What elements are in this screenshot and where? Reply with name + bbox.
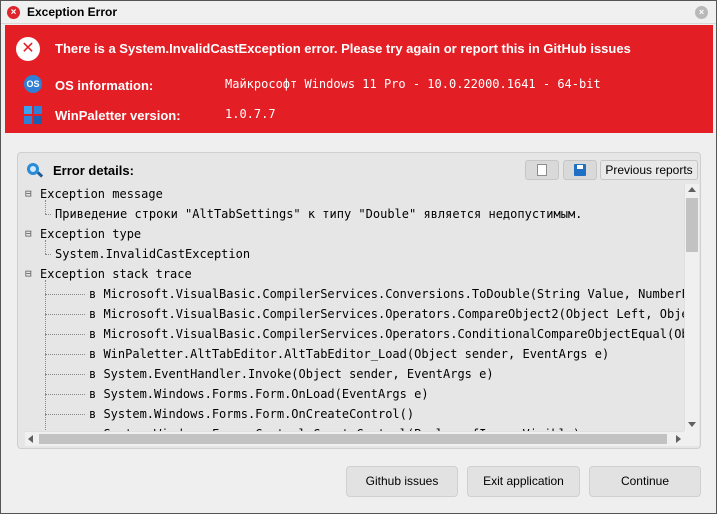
error-details-panel: Error details: Previous reports ⊟ Excepti… bbox=[17, 152, 701, 449]
github-issues-button[interactable]: Github issues bbox=[346, 466, 458, 497]
error-message: There is a System.InvalidCastException e… bbox=[55, 41, 631, 56]
tree-node-item[interactable]: в Microsoft.VisualBasic.CompilerServices… bbox=[89, 304, 684, 324]
tree-node-header[interactable]: Exception message bbox=[40, 184, 163, 204]
horizontal-scroll-thumb[interactable] bbox=[39, 434, 667, 444]
horizontal-scrollbar[interactable] bbox=[25, 431, 684, 446]
os-info-value: Майкрософт Windows 11 Pro - 10.0.22000.1… bbox=[225, 77, 601, 91]
tree-node-item[interactable]: в WinPaletter.AltTabEditor.AltTabEditor_… bbox=[89, 344, 609, 364]
close-icon[interactable]: × bbox=[695, 6, 708, 19]
os-icon: OS bbox=[24, 75, 42, 93]
windows-logo-icon bbox=[24, 106, 42, 124]
tree-node-item[interactable]: System.InvalidCastException bbox=[55, 244, 250, 264]
tree-node-item[interactable]: в Microsoft.VisualBasic.CompilerServices… bbox=[89, 284, 684, 304]
tree-node-item[interactable]: в System.EventHandler.Invoke(Object send… bbox=[89, 364, 494, 384]
error-details-tree[interactable]: ⊟ Exception message Приведение строки "Alt… bbox=[25, 184, 684, 431]
tree-node-item[interactable]: в System.Windows.Forms.Control.CreateCon… bbox=[89, 424, 580, 431]
error-icon: ✕ bbox=[16, 37, 40, 61]
magnifier-icon bbox=[25, 162, 44, 180]
exit-application-button[interactable]: Exit application bbox=[467, 466, 580, 497]
tree-node-header[interactable]: Exception type bbox=[40, 224, 141, 244]
vertical-scrollbar[interactable] bbox=[684, 184, 699, 431]
tree-expander-icon[interactable]: ⊟ bbox=[25, 268, 37, 280]
tree-node-item[interactable]: в Microsoft.VisualBasic.CompilerServices… bbox=[89, 324, 684, 344]
save-disk-icon bbox=[574, 164, 586, 176]
scrollbar-corner bbox=[684, 431, 699, 446]
tree-node-item[interactable]: в System.Windows.Forms.Form.OnLoad(Event… bbox=[89, 384, 429, 404]
save-report-button[interactable] bbox=[563, 160, 597, 180]
tree-expander-icon[interactable]: ⊟ bbox=[25, 228, 37, 240]
scroll-up-arrow-icon[interactable] bbox=[688, 187, 696, 192]
tree-node-item[interactable]: Приведение строки "AltTabSettings" к тип… bbox=[55, 204, 582, 224]
error-banner: ✕ There is a System.InvalidCastException… bbox=[5, 25, 713, 133]
previous-reports-button[interactable]: Previous reports bbox=[600, 160, 698, 180]
exception-error-window: × Exception Error × ✕ There is a System.… bbox=[0, 0, 717, 514]
document-icon bbox=[537, 164, 547, 176]
error-details-title: Error details: bbox=[53, 163, 134, 178]
scroll-down-arrow-icon[interactable] bbox=[688, 422, 696, 427]
tree-expander-icon[interactable]: ⊟ bbox=[25, 188, 37, 200]
vertical-scroll-thumb[interactable] bbox=[686, 198, 698, 252]
continue-button[interactable]: Continue bbox=[589, 466, 701, 497]
scroll-right-arrow-icon[interactable] bbox=[676, 435, 681, 443]
scroll-left-arrow-icon[interactable] bbox=[28, 435, 33, 443]
error-app-icon: × bbox=[7, 5, 20, 19]
title-bar: × Exception Error × bbox=[1, 1, 716, 24]
winpaletter-version-value: 1.0.7.7 bbox=[225, 107, 276, 121]
winpaletter-version-label: WinPaletter version: bbox=[55, 108, 181, 123]
os-info-label: OS information: bbox=[55, 78, 154, 93]
copy-document-button[interactable] bbox=[525, 160, 559, 180]
window-title: Exception Error bbox=[27, 5, 118, 19]
tree-node-item[interactable]: в System.Windows.Forms.Form.OnCreateCont… bbox=[89, 404, 414, 424]
tree-node-header[interactable]: Exception stack trace bbox=[40, 264, 192, 284]
